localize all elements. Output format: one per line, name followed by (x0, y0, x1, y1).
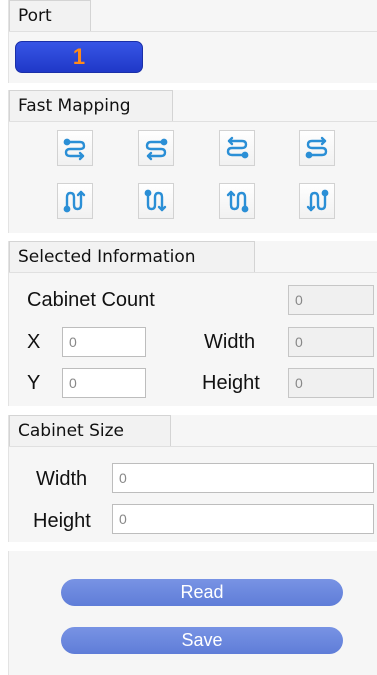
divider (9, 121, 377, 122)
x-input[interactable]: 0 (62, 327, 146, 357)
read-button[interactable]: Read (61, 579, 343, 606)
snake-vertical-down-icon[interactable] (138, 183, 174, 219)
snake-horizontal-right-up-icon[interactable] (219, 130, 255, 166)
port-title: Port (9, 0, 91, 32)
snake-vertical-up-icon[interactable] (57, 183, 93, 219)
width-label: Width (204, 331, 256, 353)
selected-information-title: Selected Information (9, 241, 255, 273)
cabinet-height-label: Height (33, 510, 91, 532)
cabinet-size-panel: Cabinet Size Width 0 Height 0 (8, 415, 377, 542)
cabinet-count-field: 0 (288, 285, 374, 315)
snake-horizontal-right-icon[interactable] (57, 130, 93, 166)
fast-mapping-title: Fast Mapping (9, 90, 173, 122)
cabinet-size-title: Cabinet Size (9, 415, 171, 447)
divider (9, 446, 377, 447)
height-field: 0 (288, 368, 374, 398)
cabinet-width-label: Width (36, 468, 88, 490)
fast-mapping-panel: Fast Mapping (8, 90, 377, 233)
cabinet-height-input[interactable]: 0 (112, 504, 374, 534)
selected-information-panel: Selected Information Cabinet Count 0 X 0… (8, 241, 377, 406)
snake-horizontal-left-icon[interactable] (138, 130, 174, 166)
x-label: X (27, 331, 41, 353)
cabinet-count-label: Cabinet Count (27, 289, 155, 311)
snake-horizontal-left-up-icon[interactable] (299, 130, 335, 166)
divider (9, 31, 377, 32)
save-button[interactable]: Save (61, 627, 343, 654)
height-label: Height (202, 372, 260, 394)
y-label: Y (27, 372, 41, 394)
port-panel: Port 1 (8, 0, 377, 83)
cabinet-width-input[interactable]: 0 (112, 463, 374, 493)
actions-area: Read Save (8, 551, 377, 675)
port-number-button[interactable]: 1 (15, 41, 143, 73)
snake-vertical-down-right-icon[interactable] (299, 183, 335, 219)
snake-vertical-up-left-icon[interactable] (219, 183, 255, 219)
width-field: 0 (288, 327, 374, 357)
divider (9, 272, 377, 273)
y-input[interactable]: 0 (62, 368, 146, 398)
